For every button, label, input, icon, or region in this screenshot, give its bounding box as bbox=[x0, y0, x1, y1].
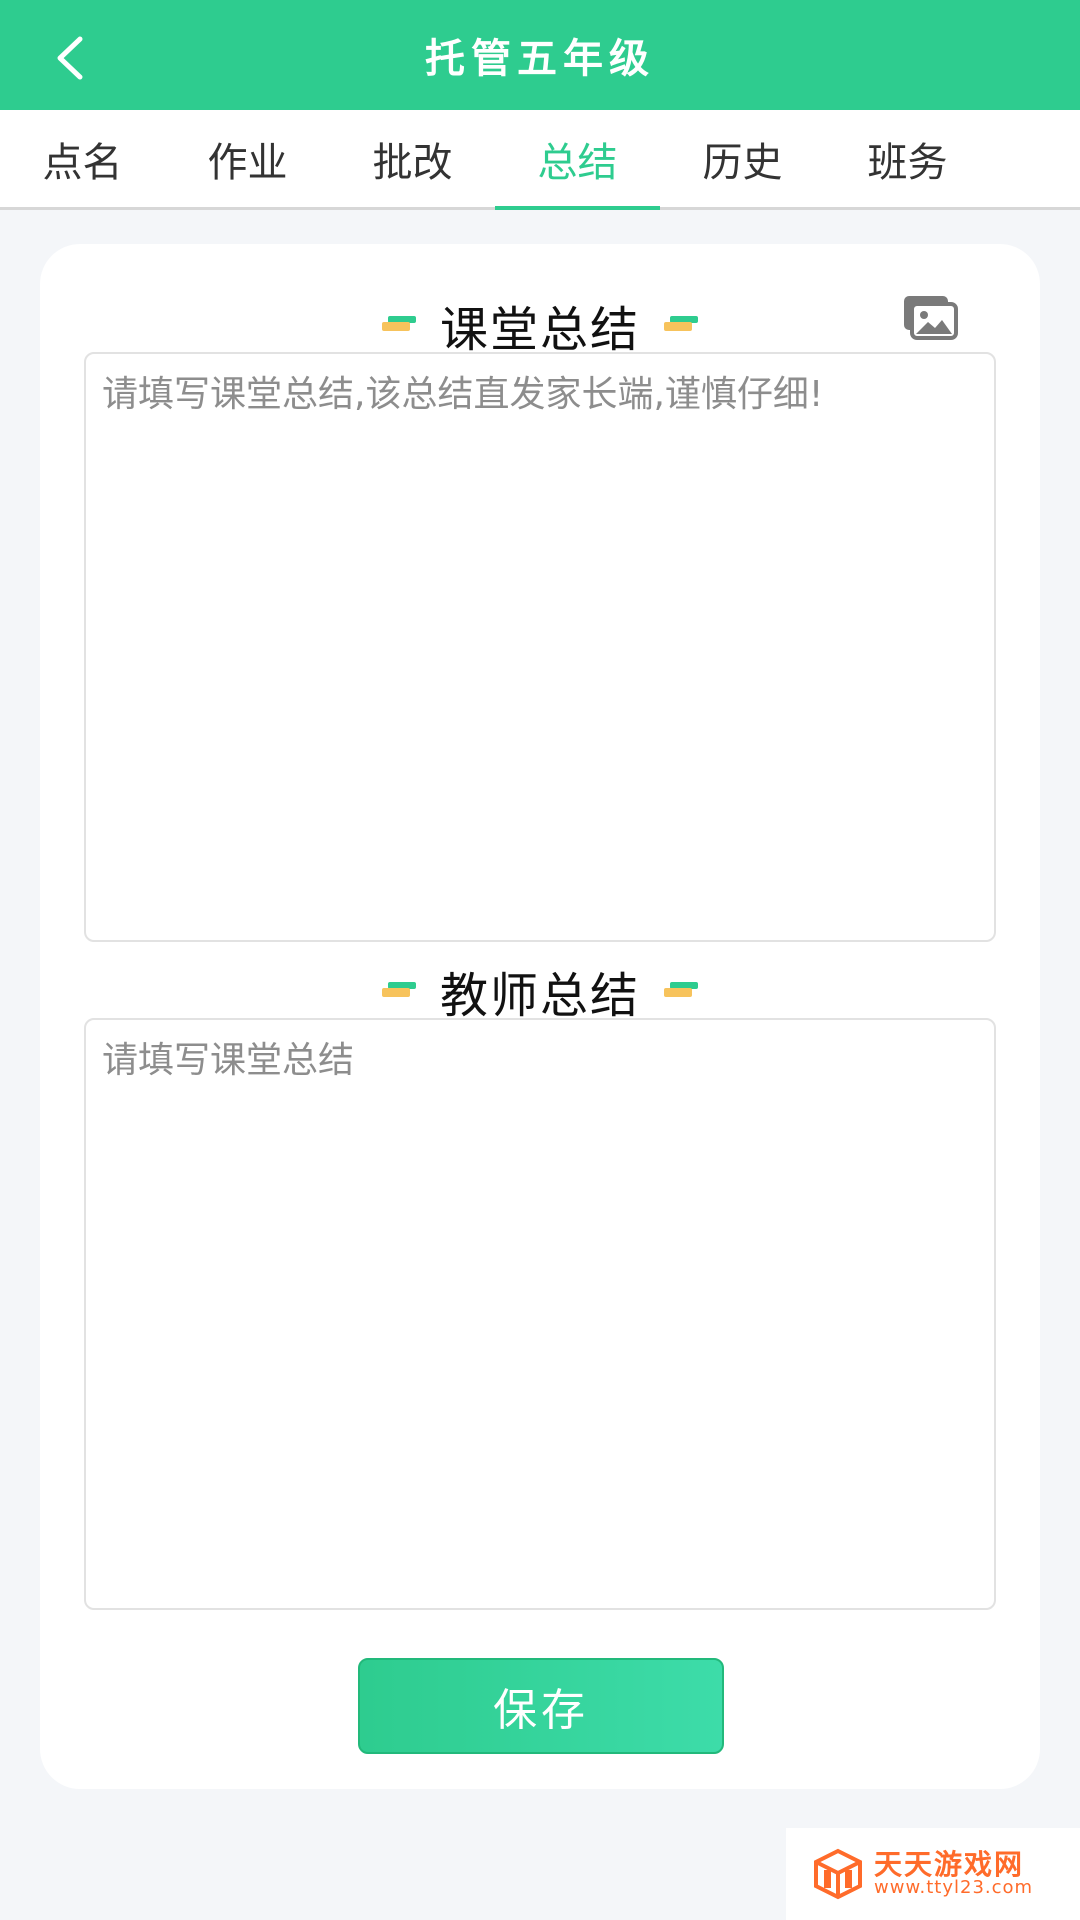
chevron-left-icon bbox=[57, 36, 83, 80]
site-watermark: 天天游戏网 www.ttyl23.com bbox=[786, 1828, 1080, 1920]
tab-history[interactable]: 历史 bbox=[660, 110, 825, 207]
summary-card: 课堂总结 教师总结 bbox=[40, 244, 1040, 1789]
teacher-summary-header: 教师总结 bbox=[40, 956, 1040, 1026]
decoration-bar-yellow bbox=[381, 988, 410, 997]
title-decoration-left bbox=[381, 980, 416, 1002]
top-app-bar: 托管五年级 bbox=[0, 0, 1080, 110]
title-decoration-right bbox=[664, 314, 698, 336]
class-summary-header: 课堂总结 bbox=[40, 290, 1040, 360]
watermark-title: 天天游戏网 bbox=[874, 1847, 1025, 1881]
teacher-summary-input[interactable] bbox=[84, 1018, 996, 1610]
class-summary-input[interactable] bbox=[84, 352, 996, 942]
tab-bar: 点名 作业 批改 总结 历史 班务 bbox=[0, 110, 1080, 210]
tab-summary[interactable]: 总结 bbox=[495, 110, 660, 210]
tab-spacer bbox=[990, 110, 1080, 207]
cube-logo-icon bbox=[814, 1848, 862, 1900]
decoration-bar-yellow bbox=[664, 988, 692, 997]
back-button[interactable] bbox=[40, 28, 100, 88]
decoration-bar-yellow bbox=[381, 322, 410, 331]
app-screen: 托管五年级 点名 作业 批改 总结 历史 班务 课堂总结 请填写课堂总结,该总结… bbox=[0, 0, 1080, 1920]
image-gallery-icon bbox=[904, 296, 958, 340]
class-summary-title: 课堂总结 bbox=[439, 302, 640, 358]
tab-roll-call[interactable]: 点名 bbox=[0, 110, 165, 207]
page-title: 托管五年级 bbox=[425, 35, 655, 82]
tab-correction[interactable]: 批改 bbox=[330, 110, 495, 207]
image-gallery-button[interactable] bbox=[902, 294, 958, 340]
watermark-text: 天天游戏网 www.ttyl23.com bbox=[874, 1847, 1034, 1899]
teacher-summary-title: 教师总结 bbox=[439, 968, 640, 1024]
title-decoration-left bbox=[381, 314, 416, 336]
watermark-url: www.ttyl23.com bbox=[874, 1877, 1034, 1899]
save-button[interactable]: 保存 bbox=[358, 1658, 724, 1754]
tab-class-affairs[interactable]: 班务 bbox=[825, 110, 990, 207]
decoration-bar-yellow bbox=[664, 322, 692, 331]
tab-homework[interactable]: 作业 bbox=[165, 110, 330, 207]
title-decoration-right bbox=[664, 980, 698, 1002]
